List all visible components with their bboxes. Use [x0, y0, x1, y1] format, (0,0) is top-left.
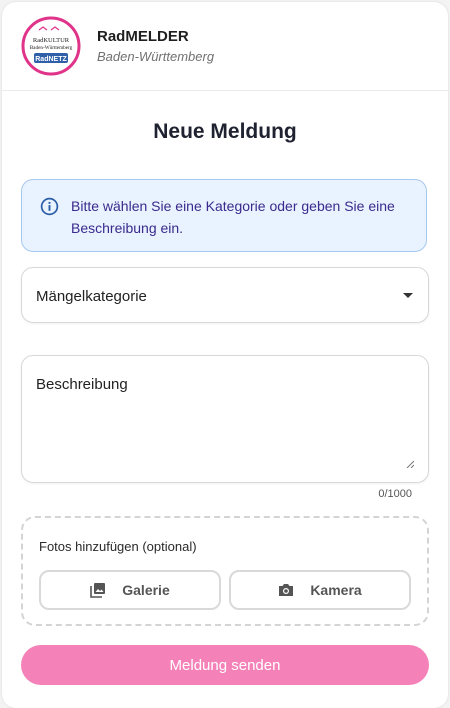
photos-label: Fotos hinzufügen (optional) — [39, 539, 197, 554]
category-select[interactable]: Mängelkategorie — [21, 267, 429, 323]
app-region: Baden-Württemberg — [97, 49, 215, 64]
camera-button[interactable]: Kamera — [229, 570, 411, 610]
camera-icon — [279, 584, 294, 596]
info-message: Bitte wählen Sie eine Kategorie oder geb… — [71, 198, 395, 236]
svg-text:RadNETZ: RadNETZ — [35, 56, 67, 63]
gallery-button[interactable]: Galerie — [39, 570, 221, 610]
char-counter: 0/1000 — [378, 488, 412, 500]
app-name: RadMELDER — [97, 28, 189, 45]
svg-text:Baden-Württemberg: Baden-Württemberg — [30, 45, 73, 51]
info-alert: Bitte wählen Sie eine Kategorie oder geb… — [21, 179, 427, 252]
camera-label: Kamera — [310, 582, 362, 598]
app-header: RadKULTUR Baden-Württemberg RadNETZ RadM… — [2, 2, 448, 91]
submit-button[interactable]: Meldung senden — [21, 645, 429, 685]
info-icon — [40, 197, 59, 216]
gallery-label: Galerie — [122, 582, 170, 598]
category-label: Mängelkategorie — [36, 288, 147, 305]
description-field[interactable]: Beschreibung — [21, 355, 429, 483]
report-card: RadKULTUR Baden-Württemberg RadNETZ RadM… — [2, 2, 448, 708]
page-title: Neue Meldung — [153, 120, 297, 143]
svg-text:RadKULTUR: RadKULTUR — [33, 37, 70, 44]
radnetz-logo: RadKULTUR Baden-Württemberg RadNETZ — [21, 16, 81, 76]
description-label: Beschreibung — [36, 376, 128, 393]
chevron-down-icon — [403, 293, 413, 298]
gallery-icon — [90, 583, 106, 598]
photo-upload-area: Fotos hinzufügen (optional) Galerie Kame… — [21, 516, 429, 626]
resize-handle-icon[interactable] — [406, 460, 414, 468]
